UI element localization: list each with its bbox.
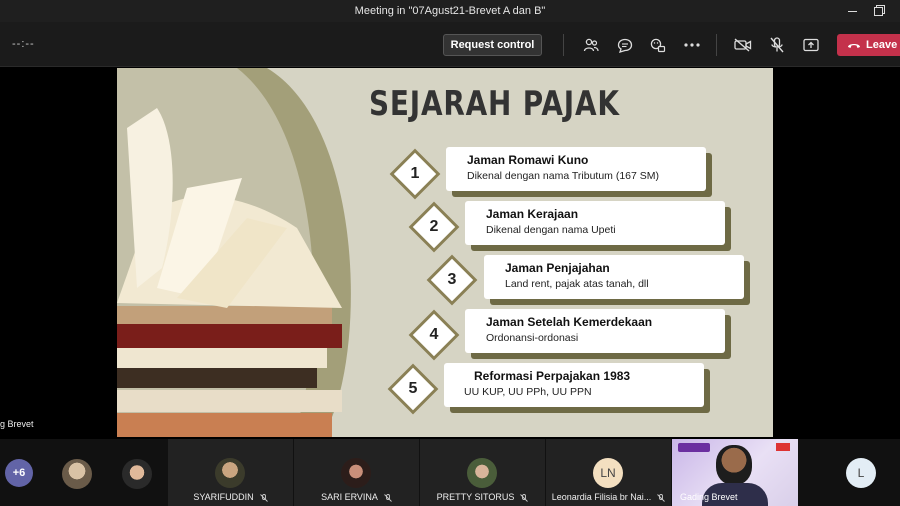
request-control-button[interactable]: Request control bbox=[443, 34, 542, 56]
chat-icon bbox=[617, 38, 633, 53]
hang-up-icon bbox=[848, 43, 860, 48]
item-card: Jaman Romawi Kuno Dikenal dengan nama Tr… bbox=[446, 147, 706, 191]
leave-label: Leave bbox=[866, 39, 898, 51]
item-detail: UU KUP, UU PPh, UU PPN bbox=[464, 386, 592, 398]
microphone-toggle-button[interactable] bbox=[766, 34, 788, 56]
people-icon bbox=[583, 38, 599, 52]
item-heading: Reformasi Perpajakan 1983 bbox=[474, 369, 631, 383]
muted-microphone-icon bbox=[657, 493, 666, 502]
participant-avatar bbox=[215, 458, 245, 488]
share-screen-button[interactable] bbox=[800, 34, 822, 56]
minimize-icon bbox=[848, 10, 857, 12]
muted-microphone-icon bbox=[520, 493, 529, 502]
more-icon bbox=[684, 43, 700, 47]
participant-tile-l[interactable]: L bbox=[799, 439, 900, 506]
item-number: 2 bbox=[429, 218, 439, 235]
camera-off-icon bbox=[734, 38, 752, 52]
brevet-logo bbox=[678, 443, 710, 452]
leave-button[interactable]: Leave bbox=[837, 34, 900, 56]
participant-name: Leonardia Filisia br Nai... bbox=[546, 492, 671, 502]
meeting-toolbar: --:-- Request control Leave bbox=[0, 22, 900, 67]
participant-avatar bbox=[122, 459, 152, 489]
item-number: 5 bbox=[408, 380, 418, 397]
muted-microphone-icon bbox=[384, 493, 392, 502]
item-number: 4 bbox=[429, 326, 439, 343]
camera-toggle-button[interactable] bbox=[732, 34, 754, 56]
item-card: Reformasi Perpajakan 1983 UU KUP, UU PPh… bbox=[444, 363, 704, 407]
minimize-button[interactable] bbox=[848, 0, 862, 22]
participant-tile-gading-brevet[interactable]: Gading Brevet bbox=[672, 439, 798, 506]
participant-group-tile[interactable]: +6 bbox=[0, 439, 168, 506]
toolbar-divider bbox=[716, 34, 717, 56]
reactions-button[interactable] bbox=[647, 34, 669, 56]
participant-initials-avatar: L bbox=[846, 458, 876, 488]
microphone-off-icon bbox=[770, 37, 784, 53]
toolbar-divider bbox=[563, 34, 564, 56]
participant-avatar bbox=[341, 458, 371, 488]
slide-title: SEJARAH PAJAK bbox=[369, 84, 620, 124]
item-card: Jaman Setelah Kemerdekaan Ordonansi-ordo… bbox=[465, 309, 725, 353]
item-detail: Land rent, pajak atas tanah, dll bbox=[505, 278, 649, 290]
participants-button[interactable] bbox=[580, 34, 602, 56]
participant-name: SYARIFUDDIN bbox=[168, 492, 293, 502]
item-heading: Jaman Romawi Kuno bbox=[467, 153, 589, 167]
participant-tile-pretty-sitorus[interactable]: PRETTY SITORUS bbox=[420, 439, 545, 506]
item-detail: Dikenal dengan nama Upeti bbox=[486, 224, 616, 236]
participant-name: PRETTY SITORUS bbox=[420, 492, 545, 502]
window-title: Meeting in "07Agust21-Brevet A dan B" bbox=[354, 5, 546, 17]
participant-gallery: +6 SYARIFUDDIN SARI ERVINA PRETTY SITORU… bbox=[0, 439, 900, 506]
item-number: 3 bbox=[447, 271, 457, 288]
item-detail: Dikenal dengan nama Tributum (167 SM) bbox=[467, 170, 660, 182]
item-heading: Jaman Penjajahan bbox=[505, 261, 610, 275]
kpc-logo bbox=[776, 443, 790, 451]
share-tray-icon bbox=[803, 38, 819, 52]
participant-name: SARI ERVINA bbox=[294, 492, 419, 502]
presentation-slide: SEJARAH PAJAK 1 Jaman Romawi Kuno Dikena… bbox=[117, 68, 773, 437]
participant-avatar bbox=[467, 458, 497, 488]
item-heading: Jaman Setelah Kemerdekaan bbox=[486, 315, 653, 329]
window-titlebar: Meeting in "07Agust21-Brevet A dan B" bbox=[0, 0, 900, 22]
shared-content-stage: SEJARAH PAJAK 1 Jaman Romawi Kuno Dikena… bbox=[0, 67, 900, 439]
participant-tile-syarifuddin[interactable]: SYARIFUDDIN bbox=[168, 439, 293, 506]
more-participants-badge[interactable]: +6 bbox=[5, 459, 33, 487]
item-card: Jaman Kerajaan Dikenal dengan nama Upeti bbox=[465, 201, 725, 245]
participant-name: Gading Brevet bbox=[680, 492, 738, 502]
participant-video-face bbox=[716, 445, 752, 485]
item-number: 1 bbox=[410, 165, 420, 182]
restore-icon bbox=[874, 6, 883, 16]
item-detail: Ordonansi-ordonasi bbox=[486, 332, 579, 344]
item-card: Jaman Penjajahan Land rent, pajak atas t… bbox=[484, 255, 744, 299]
meeting-timer: --:-- bbox=[12, 38, 35, 50]
participant-avatar bbox=[62, 459, 92, 489]
participant-initials-avatar: LN bbox=[593, 458, 623, 488]
participant-tile-leonardia[interactable]: LN Leonardia Filisia br Nai... bbox=[546, 439, 671, 506]
restore-button[interactable] bbox=[874, 0, 888, 22]
presenter-label: g Brevet bbox=[0, 419, 34, 429]
muted-microphone-icon bbox=[259, 493, 268, 502]
more-actions-button[interactable] bbox=[681, 34, 703, 56]
item-heading: Jaman Kerajaan bbox=[486, 207, 579, 221]
chat-button[interactable] bbox=[614, 34, 636, 56]
reaction-icon bbox=[650, 38, 666, 52]
participant-tile-sari-ervina[interactable]: SARI ERVINA bbox=[294, 439, 419, 506]
